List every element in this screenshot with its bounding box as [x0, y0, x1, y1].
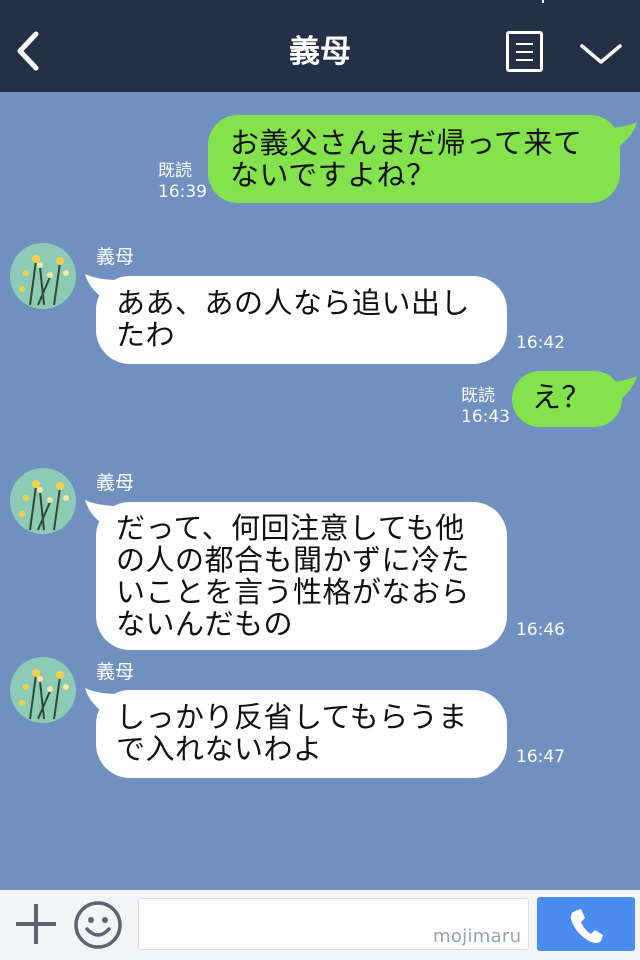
sender-name: 義母	[96, 472, 135, 494]
message-time: 16:46	[516, 620, 565, 640]
message-line: の人の都合も聞かずに冷た	[116, 543, 471, 577]
message-line: で入れないわよ	[116, 732, 323, 766]
message-time: 16:42	[516, 333, 565, 353]
sender-name: 義母	[96, 661, 135, 683]
chevron-down-icon	[580, 44, 622, 64]
chat-area[interactable]: 既読 16:39 お義父さんまだ帰って来て ないですよね？ 義母 ああ、あの人な…	[0, 92, 640, 890]
menu-list-icon	[516, 43, 533, 45]
collapse-button[interactable]	[578, 38, 624, 70]
watermark-text: mojimaru	[433, 926, 522, 947]
plus-icon	[16, 904, 56, 944]
menu-button[interactable]	[506, 31, 543, 72]
avatar[interactable]	[10, 657, 76, 723]
sender-name: 義母	[96, 246, 135, 268]
avatar[interactable]	[10, 468, 76, 534]
read-label: 既読	[461, 386, 495, 406]
flower-avatar-icon	[10, 243, 76, 309]
message-bubble-outgoing[interactable]: え？	[512, 371, 622, 427]
message-line: お義父さんまだ帰って来て	[230, 126, 583, 160]
message-line: ああ、あの人なら追い出し	[116, 286, 471, 320]
message-line: ないですよね？	[230, 158, 436, 192]
read-receipt: 既読 16:43	[461, 386, 510, 428]
sticker-button[interactable]	[72, 899, 124, 951]
read-receipt: 既読 16:39	[158, 161, 207, 203]
message-bubble-incoming[interactable]: ああ、あの人なら追い出し たわ	[96, 276, 507, 364]
status-bar-mark	[542, 0, 544, 3]
call-button[interactable]	[537, 897, 635, 951]
message-line: え？	[532, 380, 592, 414]
flower-avatar-icon	[10, 468, 76, 534]
message-line: たわ	[116, 318, 176, 352]
page-title: 義母	[289, 34, 351, 70]
read-label: 既読	[158, 161, 192, 181]
message-time: 16:39	[158, 182, 207, 202]
message-line: いことを言う性格がなおら	[116, 575, 471, 609]
message-time: 16:43	[461, 407, 510, 427]
menu-list-line	[516, 51, 533, 53]
message-line: だって、何回注意しても他	[116, 511, 465, 545]
chat-header: 義母	[0, 0, 640, 92]
message-line: しっかり反省してもらうま	[116, 700, 468, 734]
menu-list-line	[516, 59, 533, 61]
message-bubble-incoming[interactable]: しっかり反省してもらうま で入れないわよ	[96, 690, 507, 778]
flower-avatar-icon	[10, 657, 76, 723]
smiley-icon	[74, 901, 122, 949]
add-button[interactable]	[14, 900, 58, 948]
message-bubble-incoming[interactable]: だって、何回注意しても他 の人の都合も聞かずに冷た いことを言う性格がなおら な…	[96, 502, 507, 650]
message-line: ないんだもの	[116, 607, 294, 641]
phone-icon	[570, 909, 603, 943]
message-time: 16:47	[516, 747, 565, 767]
avatar[interactable]	[10, 243, 76, 309]
message-bubble-outgoing[interactable]: お義父さんまだ帰って来て ないですよね？	[208, 115, 620, 203]
